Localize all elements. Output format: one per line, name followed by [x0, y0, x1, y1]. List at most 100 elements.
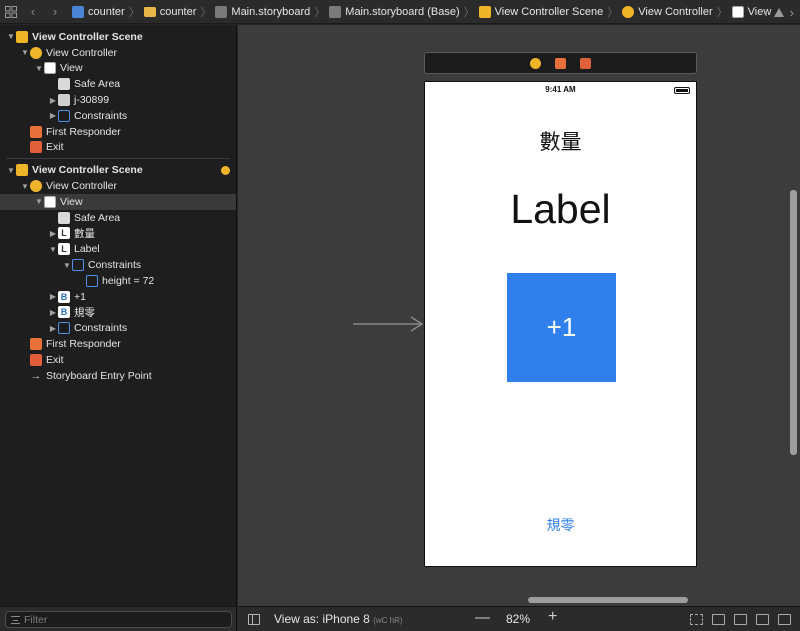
breadcrumb-separator-icon: 〉	[716, 6, 728, 19]
outline-item-constraints[interactable]: ▶ Constraints	[0, 108, 236, 124]
storyboard-canvas[interactable]: 9:41 AM 數量 Label +1 規零	[238, 25, 800, 606]
align-icon[interactable]	[756, 614, 769, 625]
breadcrumb-separator-icon: 〉	[128, 6, 140, 19]
first-responder-icon[interactable]	[555, 57, 566, 69]
filter-input[interactable]	[5, 611, 232, 628]
breadcrumb-folder[interactable]: counter	[143, 6, 196, 18]
disclosure-triangle-icon[interactable]: ▼	[6, 166, 16, 175]
jump-bar: ‹ › counter 〉 counter 〉 Main.storyboard …	[0, 0, 800, 24]
outline-item-label: Exit	[46, 141, 64, 154]
disclosure-triangle-icon[interactable]: ▼	[6, 32, 16, 41]
plus-one-button[interactable]: +1	[507, 273, 616, 382]
embed-in-icon[interactable]	[712, 614, 725, 625]
constraints-icon	[58, 322, 70, 335]
disclosure-triangle-icon[interactable]: ▼	[48, 245, 58, 254]
constraints-icon	[72, 259, 84, 272]
entry-point-arrow-icon[interactable]	[353, 316, 424, 332]
breadcrumb-project[interactable]: counter	[72, 5, 125, 18]
view-as-device-button[interactable]: View as: iPhone 8 (wC hR)	[274, 612, 403, 626]
outline-item-safe-area[interactable]: Safe Area	[0, 76, 236, 92]
scene-status-badge-icon[interactable]	[221, 165, 230, 175]
disclosure-triangle-icon[interactable]: ▶	[48, 324, 58, 333]
forward-chevron-icon[interactable]: ›	[44, 1, 66, 23]
disclosure-triangle-icon[interactable]: ▶	[48, 229, 58, 238]
outline-item-view[interactable]: ▼ View	[0, 61, 236, 77]
disclosure-triangle-icon[interactable]: ▼	[62, 261, 72, 270]
view-icon	[731, 5, 744, 18]
exit-icon[interactable]	[580, 57, 591, 69]
previous-issue-icon[interactable]: ‹	[763, 5, 767, 20]
disclosure-triangle-icon[interactable]: ▶	[48, 292, 58, 301]
folder-icon	[143, 6, 156, 17]
outline-item-label-quantity[interactable]: ▶ L 數量	[0, 226, 236, 242]
breadcrumb-separator-icon: 〉	[200, 6, 212, 19]
disclosure-triangle-icon[interactable]: ▼	[34, 64, 44, 73]
size-class-label: (wC hR)	[373, 616, 403, 625]
horizontal-scrollbar[interactable]	[528, 597, 688, 603]
device-view[interactable]: 9:41 AM 數量 Label +1 規零	[424, 81, 697, 567]
related-items-icon[interactable]	[0, 1, 22, 23]
breadcrumb-separator-icon: 〉	[463, 6, 475, 19]
view-controller-icon[interactable]	[530, 57, 541, 69]
warning-icon[interactable]	[773, 7, 784, 17]
exit-icon	[30, 353, 42, 366]
disclosure-triangle-icon[interactable]: ▼	[20, 182, 30, 191]
reset-button[interactable]: 規零	[425, 515, 696, 535]
count-label[interactable]: Label	[425, 186, 696, 233]
quantity-title-label[interactable]: 數量	[425, 126, 696, 156]
breadcrumb-scene[interactable]: View Controller Scene	[478, 5, 603, 18]
zoom-out-button[interactable]: —	[475, 609, 490, 626]
outline-item-exit[interactable]: Exit	[0, 352, 236, 368]
outline-item-exit[interactable]: Exit	[0, 140, 236, 156]
outline-item-first-responder[interactable]: First Responder	[0, 336, 236, 352]
outline-item-view-selected[interactable]: ▼ View	[0, 193, 236, 210]
outline-scene-1[interactable]: ▼ View Controller Scene	[0, 29, 236, 45]
scene-icon	[16, 30, 28, 43]
sidebar-toggle-icon[interactable]	[248, 614, 260, 625]
zoom-in-button[interactable]: +	[548, 608, 557, 626]
outline-item-height-constraint[interactable]: height = 72	[0, 273, 236, 289]
battery-icon	[674, 87, 690, 94]
outline-item-label: View Controller	[46, 46, 118, 59]
constraints-icon	[58, 109, 70, 122]
disclosure-triangle-icon[interactable]: ▶	[48, 111, 58, 120]
outline-item-label: View	[60, 62, 83, 75]
safe-area-icon	[58, 78, 70, 91]
disclosure-triangle-icon[interactable]: ▼	[34, 197, 44, 206]
breadcrumb-storyboard-base[interactable]: Main.storyboard (Base)	[329, 5, 460, 18]
height-constraint-icon	[86, 274, 98, 287]
outline-item-label: 數量	[74, 227, 95, 240]
breadcrumb-view-controller[interactable]: View Controller	[622, 5, 713, 18]
outline-item-view-controller[interactable]: ▼ View Controller	[0, 45, 236, 61]
stack-view-icon[interactable]	[734, 614, 747, 625]
disclosure-triangle-icon[interactable]: ▶	[48, 308, 58, 317]
outline-item-label: Label	[74, 243, 100, 256]
outline-item-label: Safe Area	[74, 78, 121, 91]
outline-item-button-plus[interactable]: ▶ B +1	[0, 289, 236, 305]
outline-item-first-responder[interactable]: First Responder	[0, 124, 236, 140]
outline-item-safe-area[interactable]: Safe Area	[0, 210, 236, 226]
outline-item-view-controller[interactable]: ▼ View Controller	[0, 178, 236, 194]
disclosure-triangle-icon[interactable]: ▶	[48, 96, 58, 105]
filter-icon	[11, 616, 20, 624]
zoom-level[interactable]: 82%	[506, 612, 530, 626]
next-issue-icon[interactable]: ›	[790, 5, 794, 20]
add-constraints-icon[interactable]	[778, 614, 791, 625]
outline-item-label-count[interactable]: ▼ L Label	[0, 241, 236, 257]
outline-scene-2[interactable]: ▼ View Controller Scene	[0, 162, 236, 178]
outline-item-label: +1	[74, 290, 86, 303]
outline-item-entry-point[interactable]: → Storyboard Entry Point	[0, 368, 236, 384]
label-icon: L	[58, 227, 70, 240]
view-icon	[44, 195, 56, 208]
outline-item-label: Safe Area	[74, 211, 121, 224]
back-chevron-icon[interactable]: ‹	[22, 1, 44, 23]
outline-item-constraints[interactable]: ▶ Constraints	[0, 320, 236, 336]
breadcrumb-label: Main.storyboard	[231, 5, 311, 18]
outline-item-image[interactable]: ▶ j-30899	[0, 92, 236, 108]
outline-item-button-reset[interactable]: ▶ B 規零	[0, 305, 236, 321]
update-frames-icon[interactable]	[690, 614, 703, 625]
disclosure-triangle-icon[interactable]: ▼	[20, 48, 30, 57]
breadcrumb-storyboard[interactable]: Main.storyboard	[215, 5, 311, 18]
vertical-scrollbar[interactable]	[790, 190, 797, 455]
outline-item-constraints[interactable]: ▼ Constraints	[0, 257, 236, 273]
